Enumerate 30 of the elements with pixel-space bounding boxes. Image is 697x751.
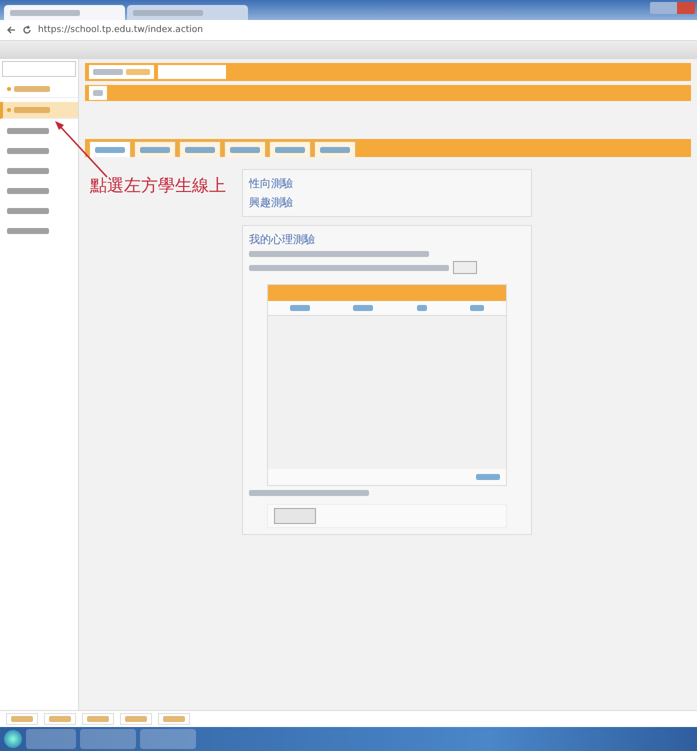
footer-link[interactable] <box>158 713 190 725</box>
page-tab[interactable] <box>134 141 176 157</box>
footer-link[interactable] <box>6 713 38 725</box>
search-field[interactable] <box>2 61 76 77</box>
test-link[interactable]: 興趣測驗 <box>249 195 525 210</box>
footer-link[interactable] <box>82 713 114 725</box>
page-tab[interactable] <box>314 141 356 157</box>
address-field[interactable]: https://school.tp.edu.tw/index.action <box>38 25 204 35</box>
breadcrumb[interactable] <box>158 65 226 79</box>
taskbar-button[interactable] <box>140 729 196 749</box>
browser-tab[interactable] <box>127 5 248 20</box>
menu-tab[interactable] <box>89 86 107 100</box>
page-tab[interactable] <box>224 141 266 157</box>
window-controls[interactable] <box>650 2 695 14</box>
back-icon[interactable] <box>6 25 16 35</box>
footer-link[interactable] <box>120 713 152 725</box>
start-icon[interactable] <box>4 730 22 748</box>
reload-icon[interactable] <box>22 25 32 35</box>
view-button[interactable] <box>453 261 477 274</box>
page-tab[interactable] <box>269 141 311 157</box>
page-tab[interactable] <box>179 141 221 157</box>
annotation-text: 點選左方學生線上 <box>90 175 226 197</box>
breadcrumb[interactable] <box>89 65 154 79</box>
browser-tab[interactable] <box>4 5 125 20</box>
test-button[interactable] <box>274 508 316 524</box>
page-tab[interactable] <box>89 141 131 157</box>
footer-link[interactable] <box>44 713 76 725</box>
card-title: 我的心理測驗 <box>249 232 316 247</box>
test-link[interactable]: 性向測驗 <box>249 176 525 191</box>
taskbar-button[interactable] <box>80 729 136 749</box>
